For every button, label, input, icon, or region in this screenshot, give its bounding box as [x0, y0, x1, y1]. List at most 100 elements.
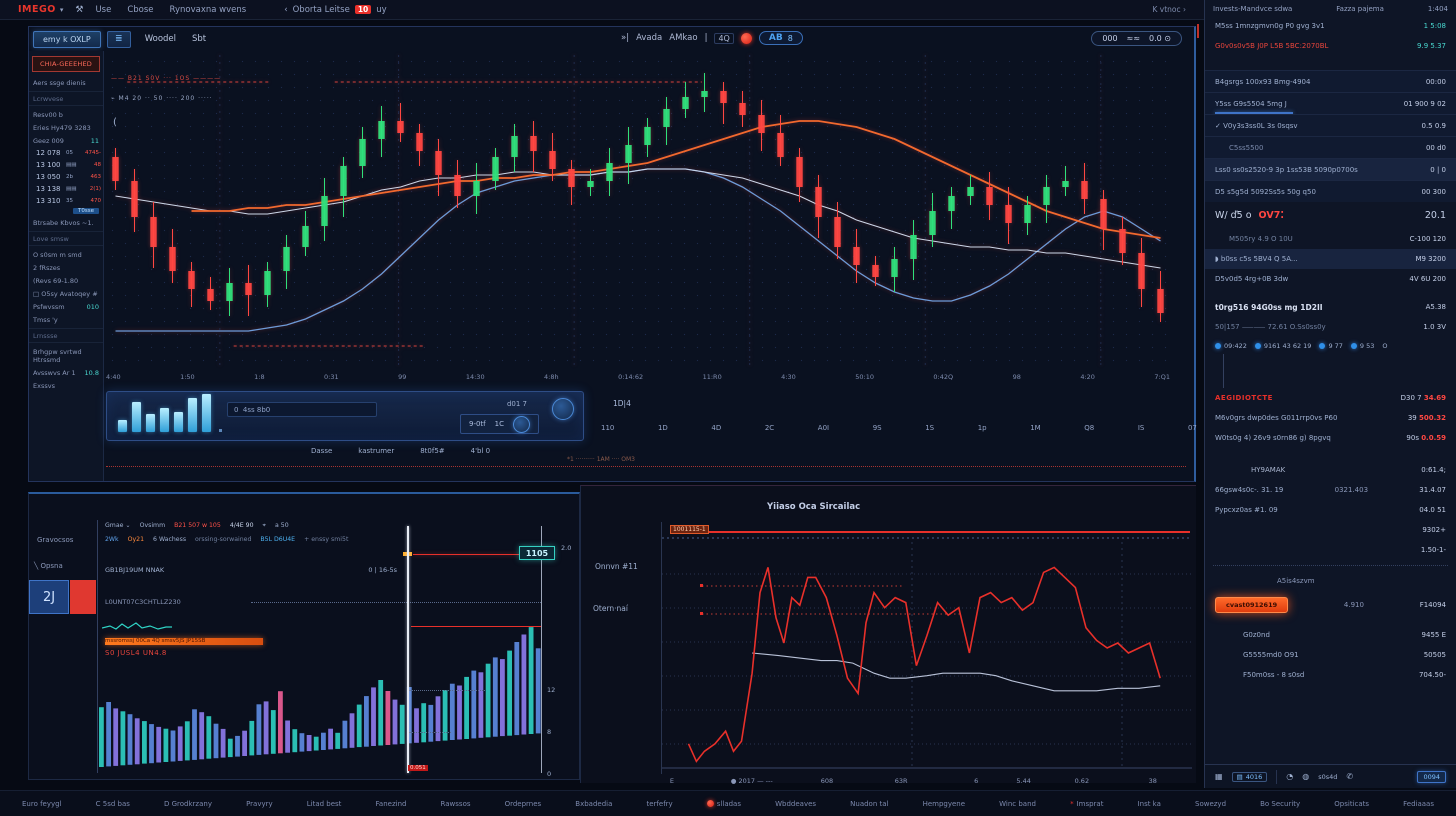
count-box[interactable]: 2J: [29, 580, 69, 614]
detail-row[interactable]: Y5ss G9s5504 5mg J01 900 9 02: [1205, 92, 1456, 114]
price-summary-pill[interactable]: 000 ≈≈ 0.0 ⊙: [1091, 31, 1182, 46]
timeframe-button[interactable]: 4D: [711, 424, 721, 432]
detail-row[interactable]: ◗ b0ss c5s 5BV4 Q 5A...M9 3200: [1205, 249, 1456, 269]
record-icon[interactable]: [741, 33, 752, 44]
rail-subtitle[interactable]: ╲ Opsna: [34, 562, 63, 570]
status-item[interactable]: terfefry: [647, 800, 673, 808]
sidebar-item[interactable]: □ O5sy Avatoqey #: [29, 287, 103, 300]
detail-row[interactable]: M6v0grs dwp0des G011rrp0vs P6039 500.32: [1205, 408, 1456, 428]
rp-head-left[interactable]: Invests-Mandvce sdwa: [1213, 5, 1292, 13]
timeframe-indicator[interactable]: 4Q: [714, 33, 733, 44]
detail-row[interactable]: F50m0ss - 8 s0sd704.50-: [1205, 665, 1456, 685]
sidebar-item[interactable]: Btrsabe Kbvos ~1.: [29, 216, 103, 229]
symbol-name-2[interactable]: AMkao: [669, 33, 697, 43]
clock-icon[interactable]: ◔: [1286, 772, 1293, 781]
detail-row[interactable]: W/ ď5 o OV7⁚20.1: [1205, 202, 1456, 229]
sidebar-item[interactable]: (Revs 69-1.80: [29, 274, 103, 287]
timeframe-button[interactable]: 1D: [658, 424, 668, 432]
status-item[interactable]: Litad best: [307, 800, 342, 808]
crosshair-line[interactable]: [407, 526, 409, 773]
sidebar-alert-header[interactable]: CHIA-GEEEHED: [32, 56, 100, 72]
timeframe-button[interactable]: 1S: [925, 424, 934, 432]
rp-head-mid[interactable]: Fazza pajema: [1336, 5, 1384, 13]
detail-row[interactable]: Pypcxz0as #1. 0904.0 51: [1205, 500, 1456, 520]
detail-row[interactable]: t0rg516 94G0ss mg 1D2IIA5.38: [1205, 297, 1456, 317]
detail-row[interactable]: G0z0nd9455 E: [1205, 625, 1456, 645]
status-item[interactable]: Winc band: [999, 800, 1036, 808]
timeframe-button[interactable]: Q8: [1084, 424, 1094, 432]
timeframe-button[interactable]: A0I: [818, 424, 829, 432]
detail-row[interactable]: ✓ V0y3s3ss0L 3s 0sqsv0.5 0.9: [1205, 114, 1456, 136]
footer-chip[interactable]: 0094: [1417, 771, 1446, 783]
detail-row[interactable]: Lss0 ss0s2520-9 3p 1ss53B 5090p0700s0 | …: [1205, 158, 1456, 180]
detail-row[interactable]: B4gsrgs 100x93 Bmg-490400:00: [1205, 70, 1456, 92]
stat-chip[interactable]: 9 53: [1351, 342, 1374, 350]
ladder-chip[interactable]: T0sse: [73, 208, 99, 214]
status-item[interactable]: Inst ka: [1138, 800, 1161, 808]
status-item[interactable]: Fanezind: [376, 800, 407, 808]
status-item[interactable]: Pravyry: [246, 800, 273, 808]
menu-item[interactable]: Cbose: [127, 5, 153, 15]
globe-icon[interactable]: [513, 416, 530, 433]
candlestick-chart[interactable]: —— B21 S0V ··· 1OS ———— ⌁ M4 20 ·· 50 ··…: [106, 55, 1170, 367]
timeframe-button[interactable]: IS: [1138, 424, 1145, 432]
detail-row[interactable]: AEGIDIOTCTED30 7 34.69: [1205, 388, 1456, 408]
ab-mode-pill[interactable]: AB 8: [759, 31, 803, 45]
status-item[interactable]: Sowezyd: [1195, 800, 1226, 808]
detail-row[interactable]: D5 s5g5d 5092Ss5s 50g q5000 300: [1205, 180, 1456, 202]
menu-item[interactable]: Rynovaxna wvens: [170, 5, 247, 15]
detail-row[interactable]: W0ts0g 4) 26v9 s0rn86 g) 8pgvq90s 0.0.59: [1205, 428, 1456, 448]
topbar-right-link[interactable]: K vtnoc ›: [1152, 5, 1186, 14]
timeframe-button[interactable]: 9S: [873, 424, 882, 432]
ladder-row[interactable]: 13 138▤▤2(1): [29, 183, 103, 195]
sidebar-item[interactable]: Aers ssge dienis: [29, 76, 103, 89]
sidebar-item[interactable]: Lrnssse: [29, 328, 103, 343]
detail-row[interactable]: 50|157 ⸺⸺ 72.61 O.Ss0ss0y1.0 3V: [1205, 317, 1456, 337]
tools-icon[interactable]: ⚒: [75, 5, 83, 15]
stat-chip[interactable]: O: [1382, 342, 1387, 350]
ladder-row[interactable]: 13 100▤▤48: [29, 159, 103, 171]
sidebar-item[interactable]: Geez 00911: [29, 134, 103, 147]
status-item[interactable]: Hempgyene: [923, 800, 965, 808]
status-item[interactable]: Fediaaas: [1403, 800, 1434, 808]
ladder-row[interactable]: 13 0502b463: [29, 171, 103, 183]
timeframe-button[interactable]: 110: [601, 424, 614, 432]
tab-sbt[interactable]: Sbt: [192, 34, 206, 44]
count-button[interactable]: 1C: [495, 420, 504, 428]
oscillator-chart[interactable]: 1001115-1 E● 2017 — ---60863R65.440.6238: [661, 522, 1191, 774]
app-logo[interactable]: IMEGO: [18, 4, 56, 15]
timeframe-button[interactable]: 07: [1188, 424, 1197, 432]
disc-icon[interactable]: ◍: [1302, 772, 1309, 781]
status-item[interactable]: D Grodkrzany: [164, 800, 212, 808]
status-item[interactable]: *Imsprat: [1070, 800, 1103, 808]
sidebar-item[interactable]: O s0sm m smd: [29, 248, 103, 261]
sidebar-item[interactable]: Tmss 'y: [29, 313, 103, 326]
stat-chip[interactable]: 09:422: [1215, 342, 1247, 350]
status-item[interactable]: Wbddeaves: [775, 800, 816, 808]
timeframe-button[interactable]: 1p: [978, 424, 987, 432]
timeframe-button[interactable]: 1M: [1030, 424, 1041, 432]
ladder-row[interactable]: 12 078054745-: [29, 147, 103, 159]
timeframe-button[interactable]: 2C: [765, 424, 774, 432]
stat-chip[interactable]: 9 77: [1319, 342, 1342, 350]
detail-row[interactable]: M5ss 1mnzgmvn0g P0 gvg 3v11 5:08: [1205, 16, 1456, 36]
ladder-row[interactable]: 13 31035470: [29, 195, 103, 207]
sidebar-item[interactable]: Brhgpw svrtwd Htrssmd: [29, 345, 103, 366]
detail-row[interactable]: A5is4szvm: [1205, 571, 1456, 591]
detail-row[interactable]: 9302+: [1205, 520, 1456, 540]
phone-icon[interactable]: ✆: [1346, 772, 1353, 781]
list-view-icon[interactable]: ≣: [107, 31, 131, 48]
globe-button[interactable]: [552, 398, 574, 420]
wait-button[interactable]: 9-0tf: [469, 420, 486, 428]
detail-row[interactable]: D5v0d5 4rg+0B 3dw4V 6U 200: [1205, 269, 1456, 289]
detail-row[interactable]: G0v0s0v5B J0P L5B 5BC:2070BL9.9 5.37: [1205, 36, 1456, 56]
sidebar-item[interactable]: Psfwvssm010: [29, 300, 103, 313]
menu-item[interactable]: Use: [95, 5, 111, 15]
status-item[interactable]: Nuadon tal: [850, 800, 888, 808]
sidebar-item[interactable]: Avsswvs Ar 110.8: [29, 366, 103, 379]
search-input[interactable]: [227, 402, 377, 417]
status-item[interactable]: C 5sd bas: [96, 800, 130, 808]
sidebar-item[interactable]: Love smsw: [29, 231, 103, 246]
card-chip[interactable]: ▤ 4016: [1232, 772, 1268, 782]
status-item[interactable]: Euro feyygl: [22, 800, 62, 808]
